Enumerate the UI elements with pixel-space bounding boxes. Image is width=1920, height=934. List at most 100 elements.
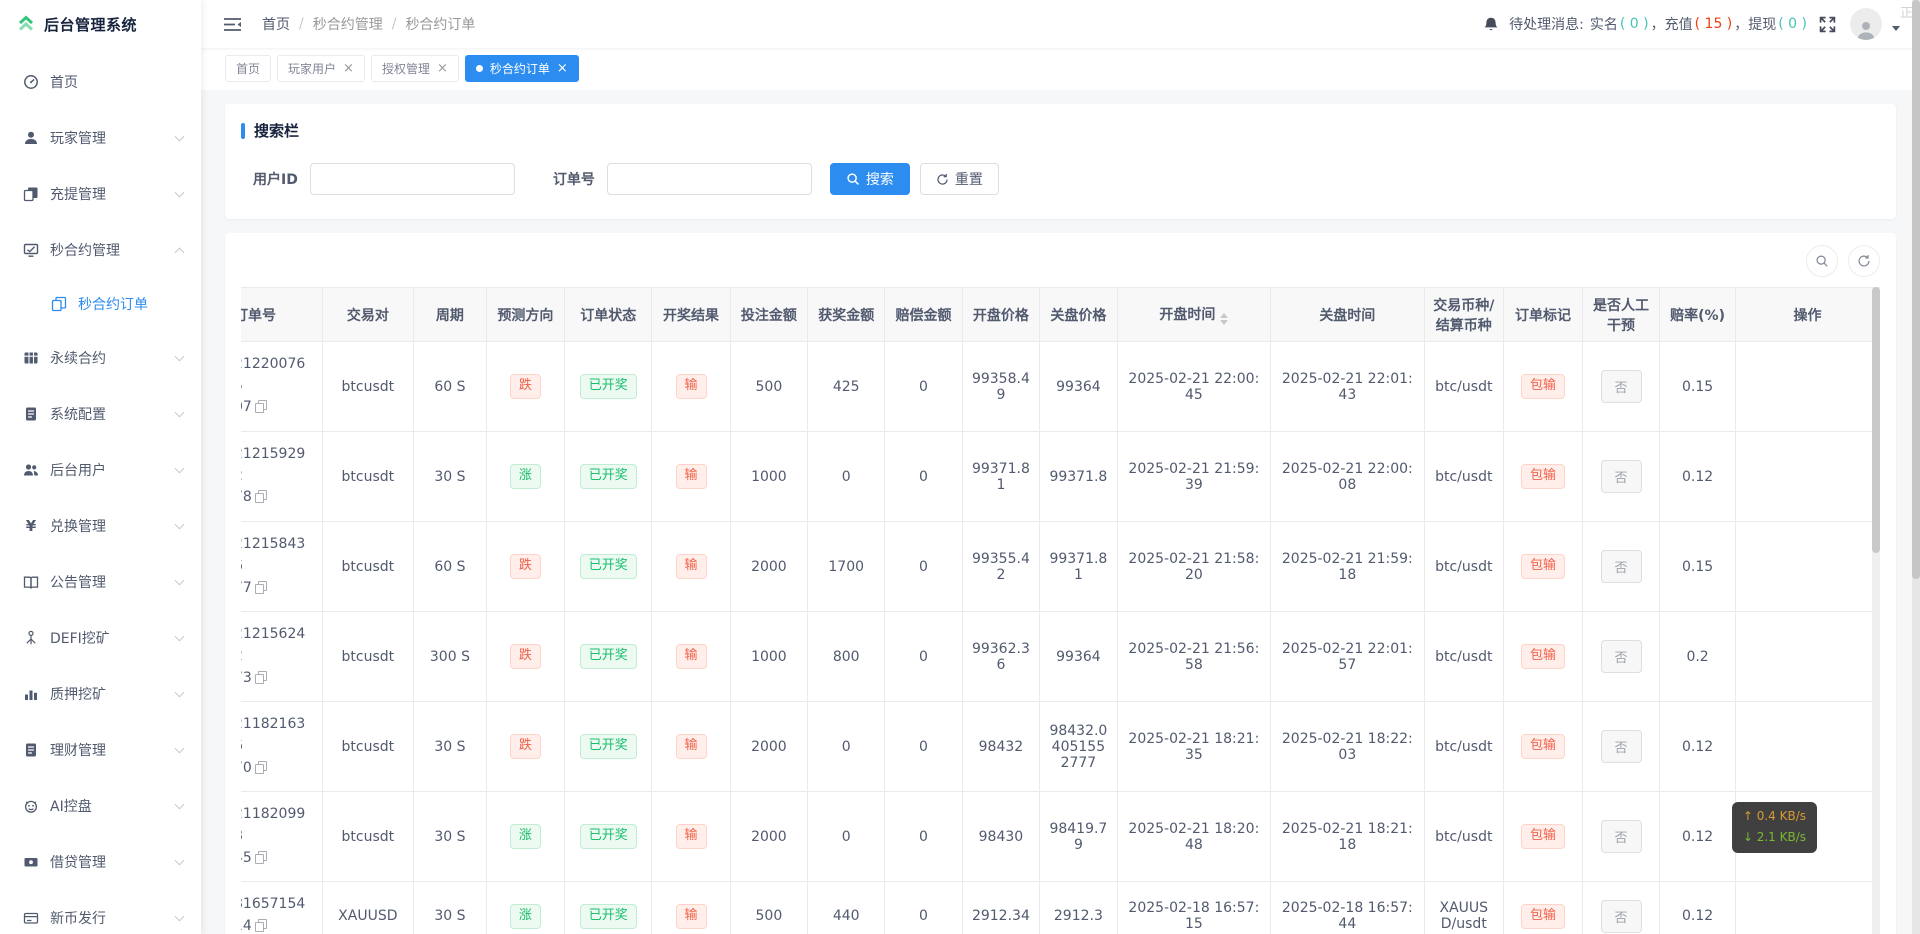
tab-玩家用户[interactable]: 玩家用户× [277,55,365,82]
order-no-input[interactable] [607,163,812,195]
bell-icon[interactable] [1483,16,1499,33]
chevron-down-icon [175,464,185,474]
tag-result: 输 [676,824,707,849]
cell-result: 输 [652,702,730,792]
sidebar-item-永续合约[interactable]: 永续合约 [0,332,201,384]
upload-arrow-icon: ↑ [1743,809,1757,823]
cell-action [1736,612,1880,702]
column-header-open_time[interactable]: 开盘时间 [1117,288,1270,342]
sidebar-item-DEFI挖矿[interactable]: DEFI挖矿 [0,612,201,664]
avatar[interactable] [1850,8,1882,40]
ai-icon [22,798,40,814]
user-menu-caret-icon[interactable] [1892,26,1900,31]
close-icon[interactable]: × [557,62,568,75]
column-header-label: 开盘价格 [973,308,1029,324]
refresh-table-icon-button[interactable] [1848,245,1880,277]
cell-manual: 否 [1583,702,1660,792]
manual-intervene-button[interactable]: 否 [1601,730,1642,763]
fullscreen-icon[interactable] [1819,16,1836,33]
cell-status: 已开奖 [565,342,652,432]
column-header-label: 操作 [1794,308,1822,324]
cell-open_price: 99362.36 [962,612,1039,702]
search-button[interactable]: 搜索 [830,163,910,195]
chevron-up-icon [175,247,185,257]
pending-messages-label: 待处理消息: [1509,14,1584,34]
cell-pair: btcusdt [322,432,414,522]
cell-period: 30 S [414,702,487,792]
manual-intervene-button[interactable]: 否 [1601,550,1642,583]
breadcrumb-item[interactable]: 首页 [262,14,290,34]
search-icon [846,172,860,186]
cell-win: 0 [808,702,885,792]
cell-compensate: 0 [885,432,962,522]
tag-mark: 包输 [1521,824,1565,849]
tab-秒合约订单[interactable]: 秒合约订单× [465,55,579,82]
sidebar-item-质押挖矿[interactable]: 质押挖矿 [0,668,201,720]
manual-intervene-button[interactable]: 否 [1601,640,1642,673]
sidebar-item-兑换管理[interactable]: ¥兑换管理 [0,500,201,552]
sidebar-item-玩家管理[interactable]: 玩家管理 [0,112,201,164]
copy-icon[interactable] [255,761,267,774]
sidebar-item-公告管理[interactable]: 公告管理 [0,556,201,608]
search-card-title: 搜索栏 [241,120,1880,141]
copy-icon[interactable] [255,671,267,684]
cell-order: 8165715414 [241,882,322,934]
column-header-bet: 投注金额 [730,288,807,342]
cell-direction: 涨 [486,882,564,934]
sidebar-item-系统配置[interactable]: 系统配置 [0,388,201,440]
manual-intervene-button[interactable]: 否 [1601,460,1642,493]
copy-icon[interactable] [255,851,267,864]
user-id-input[interactable] [310,163,515,195]
copy-icon[interactable] [255,490,267,503]
column-header-label: 是否人工干预 [1593,298,1649,334]
tag-result: 输 [676,374,707,399]
message-separator: ， [1651,14,1665,34]
search-card: 搜索栏 用户ID 订单号 搜索 重置 [225,104,1896,219]
collapse-menu-icon[interactable] [223,16,242,33]
sidebar-item-借贷管理[interactable]: 借贷管理 [0,836,201,888]
close-icon[interactable]: × [437,62,448,75]
manual-intervene-button[interactable]: 否 [1601,820,1642,853]
reset-button[interactable]: 重置 [920,163,999,195]
chevron-down-icon [175,912,185,922]
cell-order: 21215843677 [241,522,322,612]
cell-currency: btc/usdt [1424,612,1503,702]
dashboard-icon [22,74,40,90]
sidebar-item-充提管理[interactable]: 充提管理 [0,168,201,220]
sidebar-item-AI控盘[interactable]: AI控盘 [0,780,201,832]
column-header-label: 预测方向 [497,308,553,324]
table-vertical-scrollbar[interactable] [1872,287,1880,934]
admin-users-icon [22,462,40,478]
user-id-label: 用户ID [253,169,298,189]
sidebar-item-首页[interactable]: 首页 [0,56,201,108]
copy-icon[interactable] [255,919,267,932]
sidebar-item-后台用户[interactable]: 后台用户 [0,444,201,496]
order-number-line2: 70 [241,758,314,780]
sort-icon[interactable] [1220,313,1228,325]
sidebar-item-理财管理[interactable]: 理财管理 [0,724,201,776]
cell-close_price: 98419.79 [1040,792,1117,882]
manual-intervene-button[interactable]: 否 [1601,900,1642,933]
notice-icon [22,574,40,590]
sidebar-item-秒合约管理[interactable]: 秒合约管理 [0,224,201,276]
copy-icon[interactable] [255,581,267,594]
sidebar-item-label: 质押挖矿 [50,684,176,704]
cell-close_time: 2025-02-21 22:01:43 [1271,342,1424,432]
order-number-line2: 14 [241,916,314,934]
close-icon[interactable]: × [343,62,354,75]
copy-icon[interactable] [255,400,267,413]
column-header-label: 周期 [436,308,464,324]
cell-win: 0 [808,432,885,522]
cell-result: 输 [652,432,730,522]
page-scrollbar[interactable] [1912,0,1920,934]
zoom-search-icon-button[interactable] [1806,245,1838,277]
column-header-label: 关盘时间 [1319,308,1375,324]
tab-首页[interactable]: 首页 [225,55,271,82]
manual-intervene-button[interactable]: 否 [1601,370,1642,403]
sidebar-item-新币发行[interactable]: 新币发行 [0,892,201,934]
sidebar-subitem-秒合约订单[interactable]: 秒合约订单 [0,280,201,328]
table-scroll-area: 订单号交易对周期预测方向订单状态开奖结果投注金额获奖金额赔偿金额开盘价格关盘价格… [241,287,1880,934]
tag-direction: 跌 [510,644,541,669]
tab-授权管理[interactable]: 授权管理× [371,55,459,82]
cell-period: 60 S [414,342,487,432]
